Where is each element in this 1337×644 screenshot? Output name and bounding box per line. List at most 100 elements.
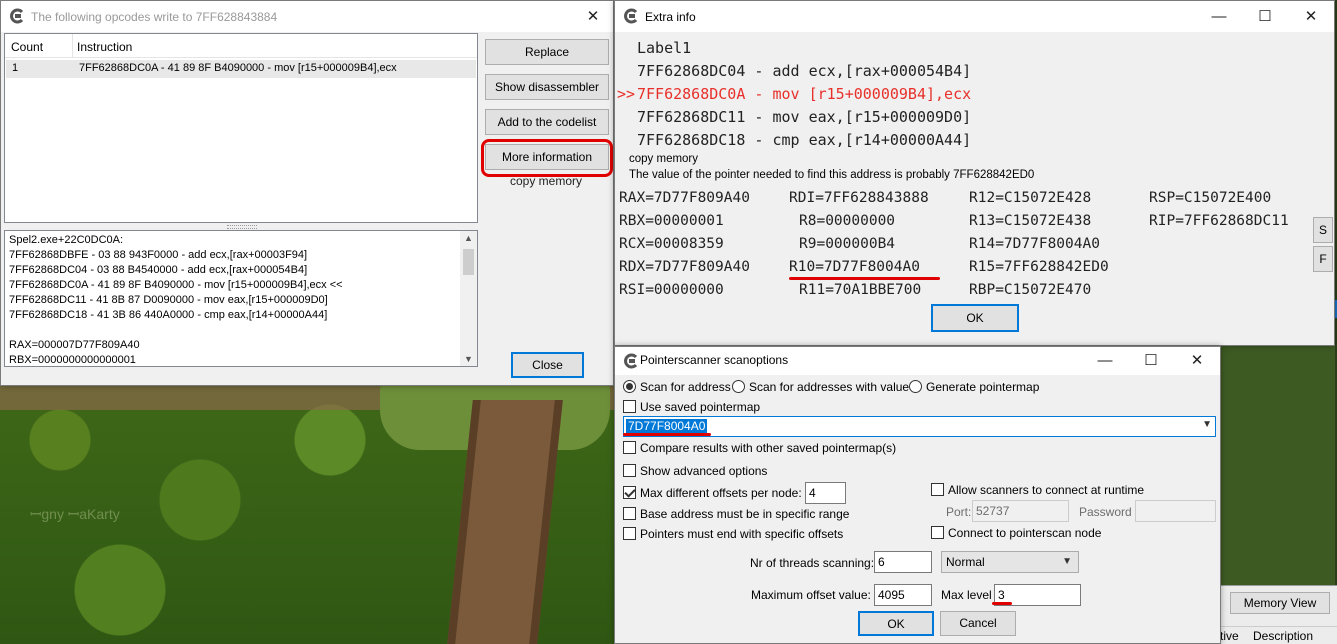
allow-scanners-checkbox[interactable] — [931, 483, 944, 496]
register-rsi: RSI=00000000 — [619, 282, 724, 298]
memo-line: 7FF62868DBFE - 03 88 943F0000 - add ecx,… — [9, 249, 308, 261]
ok-button[interactable]: OK — [931, 304, 1019, 332]
base-address-range-checkbox[interactable] — [623, 507, 636, 520]
register-r11: R11=70A1BBE700 — [799, 282, 922, 298]
title-bar: Pointerscanner scanoptions — ☐ ✕ — [615, 347, 1220, 375]
max-offsets-checkbox[interactable] — [623, 486, 636, 499]
chevron-down-icon[interactable]: ▼ — [1062, 552, 1072, 572]
vertical-scrollbar[interactable]: ▲ ▼ — [460, 231, 477, 366]
maximize-icon[interactable]: ☐ — [1242, 1, 1288, 32]
address-combobox[interactable]: 7D77F8004A0 ▼ — [623, 416, 1216, 437]
cheat-engine-logo-icon — [623, 8, 639, 24]
checkbox-label[interactable]: Base address must be in specific range — [640, 507, 849, 521]
copy-memory-link[interactable]: copy memory — [629, 153, 698, 165]
register-rbp: RBP=C15072E470 — [969, 282, 1092, 298]
password-input[interactable] — [1135, 500, 1216, 522]
radio-scan-for-address[interactable] — [623, 380, 636, 393]
window-title: Extra info — [645, 10, 696, 24]
row-count: 1 — [12, 62, 19, 74]
opcode-list[interactable]: Count Instruction 1 7FF62868DC0A - 41 89… — [4, 33, 478, 223]
show-advanced-checkbox[interactable] — [623, 464, 636, 477]
register-rsp: RSP=C15072E400 — [1149, 190, 1272, 206]
checkbox-label[interactable]: Compare results with other saved pointer… — [640, 441, 896, 455]
end-offsets-checkbox[interactable] — [623, 527, 636, 540]
checkbox-label[interactable]: Max different offsets per node: — [640, 486, 802, 500]
register-r13: R13=C15072E438 — [969, 213, 1092, 229]
connect-node-checkbox[interactable] — [931, 526, 944, 539]
maximize-icon[interactable]: ☐ — [1128, 347, 1174, 375]
max-offsets-input[interactable]: 4 — [805, 482, 846, 504]
red-underline-address — [623, 433, 711, 436]
title-bar: The following opcodes write to 7FF628843… — [1, 1, 613, 32]
window-title: The following opcodes write to 7FF628843… — [31, 10, 278, 24]
ok-button[interactable]: OK — [858, 611, 934, 636]
table-row[interactable]: 1 7FF62868DC0A - 41 89 8F B4090000 - mov… — [6, 60, 476, 78]
checkbox-label[interactable]: Use saved pointermap — [640, 400, 760, 414]
column-count[interactable]: Count — [11, 40, 43, 54]
memo-line: 7FF62868DC11 - 41 8B 87 D0090000 - mov e… — [9, 294, 328, 306]
register-r12: R12=C15072E428 — [969, 190, 1092, 206]
use-saved-pointermap-checkbox[interactable] — [623, 400, 636, 413]
port-input[interactable]: 52737 — [972, 500, 1069, 522]
register-rax: RAX=7D77F809A40 — [619, 190, 750, 206]
red-underline-r10 — [789, 277, 940, 280]
title-bar: Extra info — ☐ ✕ — [615, 1, 1334, 32]
splitter-handle[interactable] — [227, 225, 257, 229]
side-button-f[interactable]: F — [1313, 246, 1333, 272]
blurred-game-text: ꟷgny ꟷaKarty — [30, 506, 120, 522]
scroll-up-icon[interactable]: ▲ — [464, 233, 473, 243]
checkbox-label[interactable]: Connect to pointerscan node — [948, 526, 1101, 540]
thread-priority-select[interactable]: Normal ▼ — [941, 551, 1079, 573]
minimize-icon[interactable]: — — [1082, 347, 1128, 375]
column-separator — [72, 34, 73, 58]
memory-view-button[interactable]: Memory View — [1230, 592, 1330, 614]
disassembly-memo[interactable]: Spel2.exe+22C0DC0A: 7FF62868DBFE - 03 88… — [4, 230, 478, 367]
show-disassembler-button[interactable]: Show disassembler — [485, 74, 609, 100]
radio-label[interactable]: Scan for address — [640, 380, 731, 394]
checkbox-label[interactable]: Allow scanners to connect at runtime — [948, 483, 1144, 497]
checkbox-label[interactable]: Show advanced options — [640, 464, 767, 478]
window-title: Pointerscanner scanoptions — [640, 353, 789, 367]
pointerscanner-window: Pointerscanner scanoptions — ☐ ✕ Scan fo… — [614, 346, 1221, 644]
column-description[interactable]: Description — [1253, 627, 1313, 644]
current-line-marker: >> — [617, 85, 636, 103]
column-instruction[interactable]: Instruction — [77, 40, 132, 54]
register-rip: RIP=7FF62868DC11 — [1149, 213, 1289, 229]
compare-results-checkbox[interactable] — [623, 441, 636, 454]
checkbox-label[interactable]: Pointers must end with specific offsets — [640, 527, 843, 541]
memo-line: 7FF62868DC18 - 41 3B 86 440A0000 - cmp e… — [9, 309, 328, 321]
port-label: Port: — [946, 505, 972, 519]
register-r8: R8=00000000 — [799, 213, 896, 229]
address-value: 7D77F8004A0 — [626, 419, 708, 434]
radio-scan-with-value[interactable] — [732, 380, 745, 393]
radio-label[interactable]: Scan for addresses with value — [749, 380, 909, 394]
radio-generate-pointermap[interactable] — [909, 380, 922, 393]
close-icon[interactable]: ✕ — [1174, 347, 1220, 375]
register-rbx: RBX=00000001 — [619, 213, 724, 229]
close-button[interactable]: Close — [511, 352, 584, 378]
pointer-note: The value of the pointer needed to find … — [629, 169, 1035, 181]
radio-label[interactable]: Generate pointermap — [926, 380, 1039, 394]
scroll-down-icon[interactable]: ▼ — [464, 354, 473, 364]
chevron-down-icon[interactable]: ▼ — [1202, 419, 1212, 430]
replace-button[interactable]: Replace — [485, 39, 609, 65]
close-icon[interactable]: ✕ — [1288, 1, 1334, 32]
add-to-codelist-button[interactable]: Add to the codelist — [485, 109, 609, 135]
cancel-button[interactable]: Cancel — [940, 611, 1016, 636]
code-line: 7FF62868DC04 - add ecx,[rax+000054B4] — [637, 62, 972, 80]
minimize-icon[interactable]: — — [1196, 1, 1242, 32]
address-list-header: ctive Description — [1212, 626, 1337, 644]
side-button-s[interactable]: S — [1313, 217, 1333, 243]
threads-input[interactable]: 6 — [874, 551, 932, 573]
scroll-thumb[interactable] — [463, 249, 474, 275]
code-line: 7FF62868DC18 - cmp eax,[r14+00000A44] — [637, 131, 972, 149]
memo-line: Spel2.exe+22C0DC0A: — [9, 234, 124, 246]
register-rdx: RDX=7D77F809A40 — [619, 259, 750, 275]
extra-info-window: Extra info — ☐ ✕ Label1 7FF62868DC04 - a… — [614, 0, 1335, 346]
threads-label: Nr of threads scanning: — [750, 556, 875, 570]
register-r14: R14=7D77F8004A0 — [969, 236, 1100, 252]
close-icon[interactable]: ✕ — [573, 1, 613, 32]
max-offset-input[interactable]: 4095 — [874, 584, 932, 606]
register-r10: R10=7D77F8004A0 — [789, 259, 920, 275]
max-level-label: Max level — [941, 588, 992, 602]
